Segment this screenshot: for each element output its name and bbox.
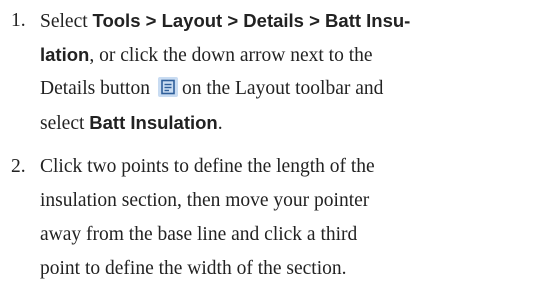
step-text: , or click the down arrow next to the xyxy=(89,45,373,66)
step-line: Details button on the Layout toolbar and xyxy=(40,71,383,106)
step-line: select Batt Insulation. xyxy=(40,105,223,141)
step-text: on the Layout toolbar and xyxy=(181,78,384,99)
step-text: . xyxy=(217,113,223,134)
menu-path: Tools > Layout > Details > Batt Insu- xyxy=(92,10,411,31)
step-line: Select Tools > Layout > Details > Batt I… xyxy=(40,3,410,39)
details-icon xyxy=(157,77,178,97)
step-line: lation, or click the down arrow next to … xyxy=(40,37,373,73)
menu-path: lation xyxy=(40,44,90,65)
step-number: 2. xyxy=(11,156,26,177)
step-line: Click two points to define the length of… xyxy=(40,156,375,177)
step-line: insulation section, then move your point… xyxy=(40,190,370,211)
step-number: 1. xyxy=(11,10,26,31)
step-text: select xyxy=(40,113,90,134)
step-text: Select xyxy=(40,11,93,32)
step-text: Details button xyxy=(40,78,150,99)
step-line: point to define the width of the section… xyxy=(40,258,347,279)
step-line: away from the base line and click a thir… xyxy=(40,224,358,245)
menu-item-name: Batt Insulation xyxy=(89,112,218,133)
